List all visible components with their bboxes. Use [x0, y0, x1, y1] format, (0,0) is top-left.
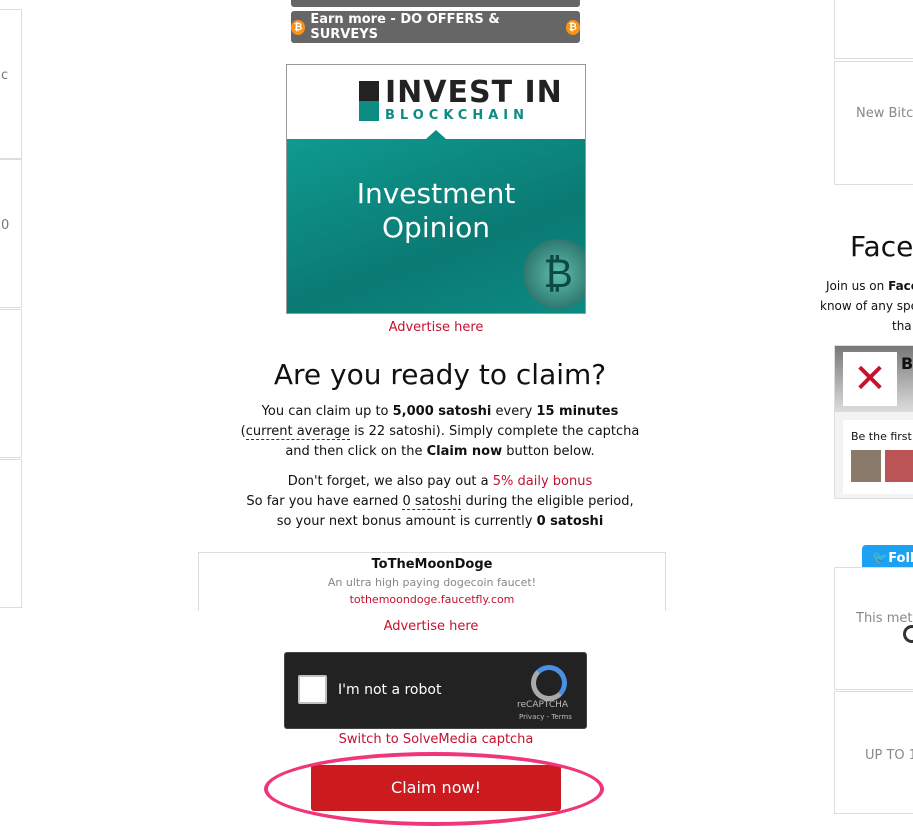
left-panel-text: c — [1, 68, 9, 83]
avatar — [885, 450, 913, 482]
earn-more-label: Earn more - DO OFFERS & SURVEYS — [310, 12, 500, 42]
advertise-here-link[interactable]: Advertise here — [286, 320, 586, 335]
bitcoin-icon: ₿ — [565, 19, 580, 35]
bitcoin-faucet-logo-icon: ✕ — [843, 352, 897, 406]
left-panel-3 — [0, 309, 22, 458]
left-panel-4 — [0, 459, 22, 608]
recaptcha-logo-icon — [531, 665, 567, 701]
recaptcha-widget: I'm not a robot reCAPTCHA Privacy - Term… — [284, 652, 587, 729]
left-panel-2: 0 — [0, 159, 22, 308]
right-panel-2: New Bitc — [834, 61, 913, 185]
arrow-circle-icon — [903, 625, 913, 643]
recaptcha-links: Privacy - Terms — [519, 713, 572, 721]
recaptcha-label: I'm not a robot — [338, 682, 442, 698]
panel-text: This meth — [856, 611, 913, 626]
text-ad-desc: An ultra high paying dogecoin faucet! — [327, 576, 537, 589]
earned-tooltip[interactable]: 0 satoshi — [402, 494, 462, 510]
average-tooltip[interactable]: current average — [245, 424, 350, 440]
pointer — [426, 130, 446, 139]
switch-captcha-link[interactable]: Switch to SolveMedia captcha — [198, 732, 674, 747]
text-ad-title: ToTheMoonDoge — [371, 557, 493, 572]
facebook-widget[interactable]: ✕ B Be the first — [834, 345, 913, 499]
banner-headline: Investment Opinion — [356, 177, 516, 244]
banner-logo: INVEST IN BLOCKCHAIN — [287, 65, 585, 139]
logo-text: INVEST IN — [385, 75, 563, 110]
left-panel-1: c — [0, 9, 22, 159]
top-button[interactable] — [291, 0, 580, 7]
panel-text: UP TO 1 — [865, 748, 913, 763]
text-ad-url[interactable]: tothemoondoge.faucetfly.com — [199, 593, 665, 606]
right-panel-4: UP TO 1 — [834, 691, 913, 814]
privacy-link[interactable]: Privacy — [519, 713, 544, 721]
page-title: Are you ready to claim? — [273, 358, 607, 391]
earn-more-button[interactable]: ₿ Earn more - DO OFFERS & SURVEYS ₿ — [291, 11, 580, 43]
banner-body: Investment Opinion ₿ — [287, 139, 585, 313]
claim-description: You can claim up to 5,000 satoshi every … — [240, 404, 640, 459]
recaptcha-brand: reCAPTCHA — [517, 700, 569, 710]
facebook-text: Join us on Face know of any spe tha — [820, 279, 913, 333]
daily-bonus-link[interactable]: 5% daily bonus — [493, 474, 592, 489]
bonus-description: Don't forget, we also pay out a 5% daily… — [246, 474, 634, 529]
avatar — [851, 450, 881, 482]
right-panel-3: This meth — [834, 567, 913, 690]
terms-link[interactable]: Terms — [551, 713, 572, 721]
banner-ad[interactable]: INVEST IN BLOCKCHAIN Investment Opinion ₿ — [286, 64, 586, 314]
right-panel-1 — [834, 0, 913, 59]
left-panel-text: 0 — [1, 218, 10, 233]
bitcoin-icon: ₿ — [291, 19, 306, 35]
recaptcha-checkbox[interactable] — [298, 675, 327, 704]
advertise-here-link[interactable]: Advertise here — [198, 619, 664, 634]
twitter-bird-icon: 🐦 — [872, 551, 889, 566]
fb-first-text: Be the first — [851, 430, 912, 443]
text-ad[interactable]: ToTheMoonDoge An ultra high paying dogec… — [198, 552, 666, 611]
fb-page-name: B — [901, 354, 913, 373]
bitcoin-coin-icon: ₿ — [523, 239, 585, 309]
panel-text: New Bitc — [856, 106, 913, 121]
facebook-heading: Faceb — [850, 230, 913, 263]
blocks-icon — [359, 81, 379, 121]
highlight-ellipse — [264, 752, 604, 826]
logo-subtext: BLOCKCHAIN — [385, 108, 530, 123]
